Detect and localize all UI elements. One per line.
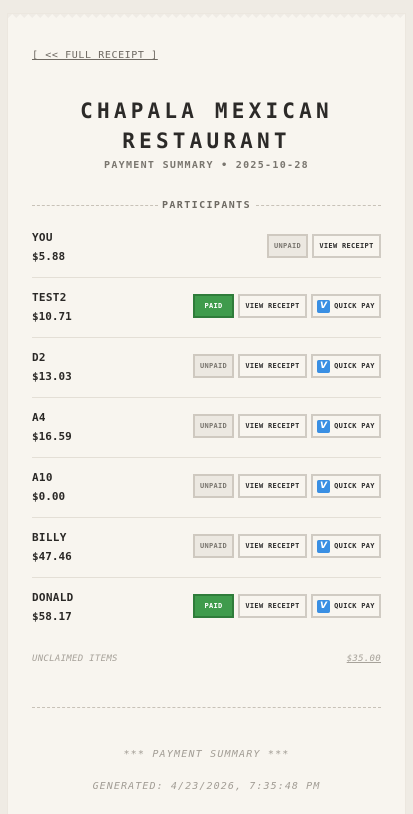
participant-actions: UNPAID VIEW RECEIPT V QUICK PAY [193, 474, 381, 498]
view-receipt-button[interactable]: VIEW RECEIPT [238, 474, 307, 498]
quick-pay-button[interactable]: V QUICK PAY [311, 594, 381, 618]
participant-row: YOU $5.88 UNPAID VIEW RECEIPT [32, 217, 381, 278]
participant-actions: UNPAID VIEW RECEIPT V QUICK PAY [193, 414, 381, 438]
venmo-icon: V [317, 599, 331, 613]
participant-row: TEST2 $10.71 PAID VIEW RECEIPT V QUICK PAY [32, 277, 381, 338]
quick-pay-label: QUICK PAY [334, 482, 375, 490]
participants-divider: PARTICIPANTS [32, 200, 381, 212]
footer-summary: *** PAYMENT SUMMARY *** [123, 749, 290, 760]
participant-actions: PAID VIEW RECEIPT V QUICK PAY [193, 294, 381, 318]
unpaid-status-button[interactable]: UNPAID [193, 474, 234, 498]
participant-amount: $13.03 [32, 370, 72, 383]
participant-row: BILLY $47.46 UNPAID VIEW RECEIPT V QUICK PAY [32, 517, 381, 578]
view-receipt-button[interactable]: VIEW RECEIPT [238, 594, 307, 618]
quick-pay-button[interactable]: V QUICK PAY [311, 294, 381, 318]
participant-name: D2 [32, 351, 46, 364]
quick-pay-label: QUICK PAY [334, 602, 375, 610]
paid-status-button[interactable]: PAID [193, 294, 234, 318]
participant-actions: UNPAID VIEW RECEIPT V QUICK PAY [193, 534, 381, 558]
venmo-icon: V [317, 299, 331, 313]
participant-row: DONALD $58.17 PAID VIEW RECEIPT V QUICK PAY [32, 577, 381, 637]
page-subtitle: PAYMENT SUMMARY • 2025-10-28 [104, 160, 309, 171]
unclaimed-items-label: UNCLAIMED ITEMS [32, 654, 118, 664]
participants-heading: PARTICIPANTS [161, 200, 252, 211]
participant-name: DONALD [32, 591, 74, 604]
quick-pay-label: QUICK PAY [334, 542, 375, 550]
participant-name: A10 [32, 471, 53, 484]
unpaid-status-button[interactable]: UNPAID [193, 414, 234, 438]
quick-pay-button[interactable]: V QUICK PAY [311, 354, 381, 378]
quick-pay-button[interactable]: V QUICK PAY [311, 414, 381, 438]
receipt-torn-edge [8, 14, 405, 22]
venmo-icon: V [317, 419, 331, 433]
venmo-icon: V [317, 359, 331, 373]
participant-amount: $58.17 [32, 610, 72, 623]
view-receipt-button[interactable]: VIEW RECEIPT [238, 294, 307, 318]
paid-status-button[interactable]: PAID [193, 594, 234, 618]
participant-actions: PAID VIEW RECEIPT V QUICK PAY [193, 594, 381, 618]
footer-generated: GENERATED: 4/23/2026, 7:35:48 PM [92, 781, 321, 792]
view-receipt-button[interactable]: VIEW RECEIPT [312, 234, 381, 258]
participant-row: A4 $16.59 UNPAID VIEW RECEIPT V QUICK PAY [32, 397, 381, 458]
venmo-icon: V [317, 539, 331, 553]
participant-name: A4 [32, 411, 46, 424]
page-title: CHAPALA MEXICAN RESTAURANT [0, 96, 413, 156]
bottom-divider [32, 707, 381, 708]
participant-amount: $16.59 [32, 430, 72, 443]
participant-actions: UNPAID VIEW RECEIPT V QUICK PAY [193, 354, 381, 378]
quick-pay-label: QUICK PAY [334, 422, 375, 430]
page-title-line-2: RESTAURANT [122, 129, 291, 153]
participant-amount: $10.71 [32, 310, 72, 323]
participant-amount: $5.88 [32, 250, 66, 263]
quick-pay-button[interactable]: V QUICK PAY [311, 474, 381, 498]
full-receipt-link[interactable]: [ << FULL RECEIPT ] [32, 50, 158, 61]
unpaid-status-button[interactable]: UNPAID [193, 534, 234, 558]
participant-amount: $47.46 [32, 550, 72, 563]
quick-pay-button[interactable]: V QUICK PAY [311, 534, 381, 558]
view-receipt-button[interactable]: VIEW RECEIPT [238, 414, 307, 438]
quick-pay-label: QUICK PAY [334, 362, 375, 370]
participant-row: A10 $0.00 UNPAID VIEW RECEIPT V QUICK PAY [32, 457, 381, 518]
participant-actions: UNPAID VIEW RECEIPT [267, 234, 381, 258]
view-receipt-button[interactable]: VIEW RECEIPT [238, 354, 307, 378]
quick-pay-label: QUICK PAY [334, 302, 375, 310]
view-receipt-button[interactable]: VIEW RECEIPT [238, 534, 307, 558]
participant-row: D2 $13.03 UNPAID VIEW RECEIPT V QUICK PAY [32, 337, 381, 398]
participant-name: YOU [32, 231, 53, 244]
participant-name: TEST2 [32, 291, 67, 304]
participant-name: BILLY [32, 531, 67, 544]
participant-amount: $0.00 [32, 490, 66, 503]
venmo-icon: V [317, 479, 331, 493]
unpaid-status-button[interactable]: UNPAID [193, 354, 234, 378]
page-title-line-1: CHAPALA MEXICAN [80, 99, 333, 123]
unclaimed-items-row: UNCLAIMED ITEMS $35.00 [32, 654, 381, 664]
unclaimed-items-amount[interactable]: $35.00 [347, 654, 381, 664]
unpaid-status-button[interactable]: UNPAID [267, 234, 308, 258]
